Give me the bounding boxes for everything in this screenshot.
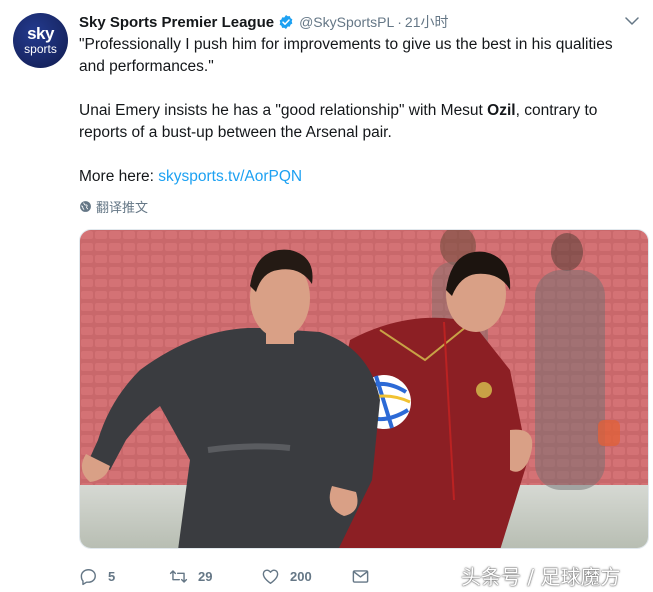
- avatar[interactable]: sky sports: [13, 13, 68, 68]
- mail-icon: [352, 569, 369, 583]
- tweet-more: More here: skysports.tv/AorPQN: [79, 166, 639, 188]
- watermark-text: 头条号 / 足球魔方: [461, 565, 621, 589]
- tweet-quote: "Professionally I push him for improveme…: [79, 36, 613, 75]
- chevron-down-icon[interactable]: [623, 12, 641, 30]
- account-handle[interactable]: @SkySportsPL: [299, 14, 394, 30]
- translate-tweet-button[interactable]: 翻译推文: [79, 197, 148, 216]
- avatar-logo-sky: sky: [27, 23, 54, 43]
- tweet-body-bold: Ozil: [487, 102, 516, 119]
- globe-icon: [80, 201, 91, 212]
- reply-count: 5: [108, 568, 116, 584]
- heart-icon: [262, 568, 279, 584]
- separator-dot: ·: [397, 14, 402, 30]
- tweet-body: Unai Emery insists he has a "good relati…: [79, 100, 639, 144]
- verified-badge-icon: [279, 15, 293, 29]
- tweet-photo[interactable]: [79, 229, 649, 549]
- account-name[interactable]: Sky Sports Premier League: [79, 14, 274, 31]
- more-label: More here:: [79, 168, 159, 185]
- direct-message-button[interactable]: [351, 567, 380, 586]
- translate-label: 翻译推文: [96, 200, 149, 215]
- retweet-icon: [169, 569, 188, 583]
- retweet-button[interactable]: 29: [169, 567, 261, 586]
- tweet-timestamp[interactable]: 21小时: [405, 12, 449, 32]
- tweet-body-start: Unai Emery insists he has a "good relati…: [79, 102, 488, 119]
- training-photo: [80, 230, 648, 548]
- tweet-text: "Professionally I push him for improveme…: [79, 34, 639, 188]
- like-button[interactable]: 200: [261, 567, 351, 586]
- more-link[interactable]: skysports.tv/AorPQN: [158, 168, 302, 185]
- tweet-actions: 5 29 200: [79, 565, 380, 587]
- reply-button[interactable]: 5: [79, 567, 169, 586]
- reply-icon: [80, 568, 96, 585]
- tweet-card[interactable]: sky sports Sky Sports Premier League @Sk…: [0, 0, 653, 592]
- like-count: 200: [290, 568, 312, 584]
- retweet-count: 29: [198, 568, 213, 584]
- tweet-header: Sky Sports Premier League @SkySportsPL ·…: [79, 12, 448, 32]
- avatar-logo-sports: sports: [24, 41, 57, 56]
